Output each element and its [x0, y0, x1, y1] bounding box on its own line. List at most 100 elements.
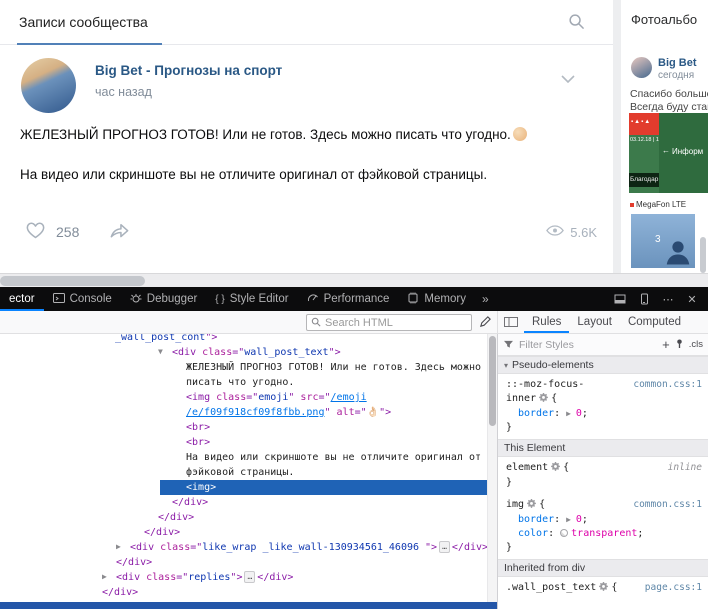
color-swatch[interactable]: [560, 529, 569, 537]
page-vertical-scrollbar[interactable]: [700, 237, 706, 273]
markup-row[interactable]: <img class="emoji" src="/emoji: [0, 390, 487, 405]
stylesheet-link[interactable]: common.css:1: [633, 378, 702, 392]
chevron-down-icon[interactable]: [561, 70, 575, 88]
markup-row[interactable]: На видео или скриншоте вы не отличите ор…: [0, 450, 487, 465]
add-rule-button[interactable]: +: [662, 338, 670, 351]
avatar[interactable]: [21, 58, 76, 113]
sidebar-tabbar: Rules Layout Computed: [497, 311, 708, 333]
toolbox-dock-icon[interactable]: [608, 287, 632, 311]
stylesheet-link[interactable]: inline: [668, 461, 702, 475]
markup-row[interactable]: </div>: [0, 585, 487, 600]
gear-icon[interactable]: [599, 582, 609, 596]
markup-row[interactable]: фэйковой страницы.: [0, 465, 487, 480]
tab-memory[interactable]: Memory: [398, 287, 475, 311]
rule-selector[interactable]: img: [506, 499, 524, 510]
css-declaration[interactable]: color: transparent;: [498, 527, 708, 541]
sidebar-author-link[interactable]: Big Bet: [658, 57, 697, 69]
like-count: 258: [56, 224, 80, 240]
post-author-link[interactable]: Big Bet - Прогнозы на спорт: [95, 63, 282, 78]
more-tabs-button[interactable]: »: [475, 287, 496, 311]
avatar[interactable]: [631, 57, 652, 78]
markup-row[interactable]: </div>: [0, 510, 487, 525]
expand-shorthand-icon[interactable]: ▶: [566, 515, 576, 524]
css-rule: ::-moz-focus-common.css:1 inner{border: ▶…: [498, 374, 708, 439]
tab-performance[interactable]: Performance: [298, 287, 399, 311]
css-declaration[interactable]: border: ▶ 0;: [498, 407, 708, 421]
rule-selector[interactable]: .wall_post_text: [506, 582, 596, 593]
markup-row[interactable]: ▶ <div class="replies">… </div>: [0, 570, 487, 585]
three-pane-toggle-icon[interactable]: [498, 317, 524, 327]
expand-shorthand-icon[interactable]: ▶: [566, 409, 576, 418]
toolbox-menu-icon[interactable]: ⋯: [656, 287, 680, 311]
pseudo-class-pin-icon[interactable]: [675, 336, 684, 354]
scrollbar-thumb[interactable]: [489, 336, 496, 426]
markup-row[interactable]: ЖЕЛЕЗНЫЙ ПРОГНОЗ ГОТОВ! Или не готов. Зд…: [0, 360, 487, 375]
responsive-design-icon[interactable]: [632, 287, 656, 311]
rules-section-header[interactable]: ▾ Pseudo-elements: [498, 356, 708, 374]
gear-icon[interactable]: [539, 393, 549, 407]
markup-scrollbar[interactable]: [487, 334, 497, 609]
markup-row[interactable]: <br>: [0, 435, 487, 450]
markup-row[interactable]: ▼ <div class="wall_post_text">: [0, 345, 487, 360]
tab-label: Console: [69, 293, 112, 305]
stylesheet-link[interactable]: page.css:1: [645, 581, 702, 595]
gear-icon[interactable]: [551, 462, 561, 476]
expand-twisty-icon[interactable]: ▶: [116, 543, 121, 551]
rules-section-header[interactable]: Inherited from div: [498, 559, 708, 577]
share-button[interactable]: [108, 218, 131, 246]
markup-row[interactable]: _wall_post_cont">: [0, 334, 487, 345]
close-devtools-icon[interactable]: ✕: [680, 287, 704, 311]
tab-inspector[interactable]: ector: [0, 287, 44, 311]
rule-selector[interactable]: ::-moz-focus-: [506, 379, 584, 390]
like-button[interactable]: [24, 218, 47, 246]
rules-section-header[interactable]: This Element: [498, 439, 708, 457]
eye-icon: [546, 223, 565, 241]
tab-rules[interactable]: Rules: [524, 311, 570, 333]
section-twisty-icon[interactable]: ▾: [504, 361, 508, 370]
tab-console[interactable]: Console: [44, 287, 121, 311]
class-panel-button[interactable]: .cls: [689, 339, 703, 350]
expand-twisty-icon[interactable]: ▶: [102, 573, 107, 581]
markup-row[interactable]: <br>: [0, 420, 487, 435]
gauge-icon: [307, 292, 319, 307]
filter-styles-input[interactable]: Filter Styles: [519, 339, 657, 351]
markup-horizontal-scrollbar[interactable]: [0, 602, 497, 609]
tab-community-posts[interactable]: Записи сообщества: [19, 14, 148, 30]
ellipsis-chip[interactable]: …: [244, 571, 256, 583]
tab-label: Memory: [424, 293, 466, 305]
inspector-toolbar: Search HTML Rules Layout Computed: [0, 311, 708, 334]
post-paragraph1: ЖЕЛЕЗНЫЙ ПРОГНОЗ ГОТОВ! Или не готов. Зд…: [20, 127, 511, 142]
page-horizontal-scrollbar[interactable]: [0, 273, 708, 287]
tab-debugger[interactable]: Debugger: [121, 287, 207, 311]
markup-row[interactable]: /e/f09f918cf09f8fbb.png" alt="👌🏻">: [0, 405, 487, 420]
post-timestamp[interactable]: час назад: [95, 85, 152, 99]
stylesheet-link[interactable]: common.css:1: [633, 498, 702, 512]
markup-row[interactable]: </div>: [0, 525, 487, 540]
ellipsis-chip[interactable]: …: [439, 541, 450, 553]
markup-row-selected[interactable]: <img>: [0, 480, 487, 495]
expand-twisty-icon[interactable]: ▼: [158, 348, 163, 356]
search-html-input[interactable]: Search HTML: [306, 314, 472, 331]
photo-attachment[interactable]: ▪▲▪▲ 03.12.18 | 17:3 ← Информ Благодар: [629, 113, 708, 193]
console-icon: [52, 292, 65, 307]
active-tab-underline: [17, 43, 162, 45]
tab-layout[interactable]: Layout: [569, 311, 620, 333]
photo-attachment-profile[interactable]: 3: [631, 214, 695, 268]
tab-computed[interactable]: Computed: [620, 311, 689, 333]
devtools-window-controls: ⋯ ✕: [608, 287, 708, 311]
edit-html-icon[interactable]: [479, 315, 492, 333]
rule-selector[interactable]: element: [506, 462, 548, 473]
scrollbar-thumb[interactable]: [0, 276, 145, 286]
markup-row[interactable]: </div>: [0, 495, 487, 510]
rule-selector[interactable]: inner: [506, 393, 536, 404]
rules-toolbar: Filter Styles + .cls: [498, 334, 708, 356]
property-name: color: [518, 528, 549, 539]
markup-row[interactable]: </div>: [0, 555, 487, 570]
sidebar-title[interactable]: Фотоальбо: [631, 12, 697, 27]
markup-row[interactable]: писать что угодно.: [0, 375, 487, 390]
gear-icon[interactable]: [527, 499, 536, 513]
search-icon[interactable]: [568, 13, 585, 35]
markup-row[interactable]: ▶ <div class="like_wrap _like_wall-130934…: [0, 540, 487, 555]
tab-style-editor[interactable]: { } Style Editor: [206, 287, 297, 311]
css-declaration[interactable]: border: ▶ 0;: [498, 513, 708, 527]
